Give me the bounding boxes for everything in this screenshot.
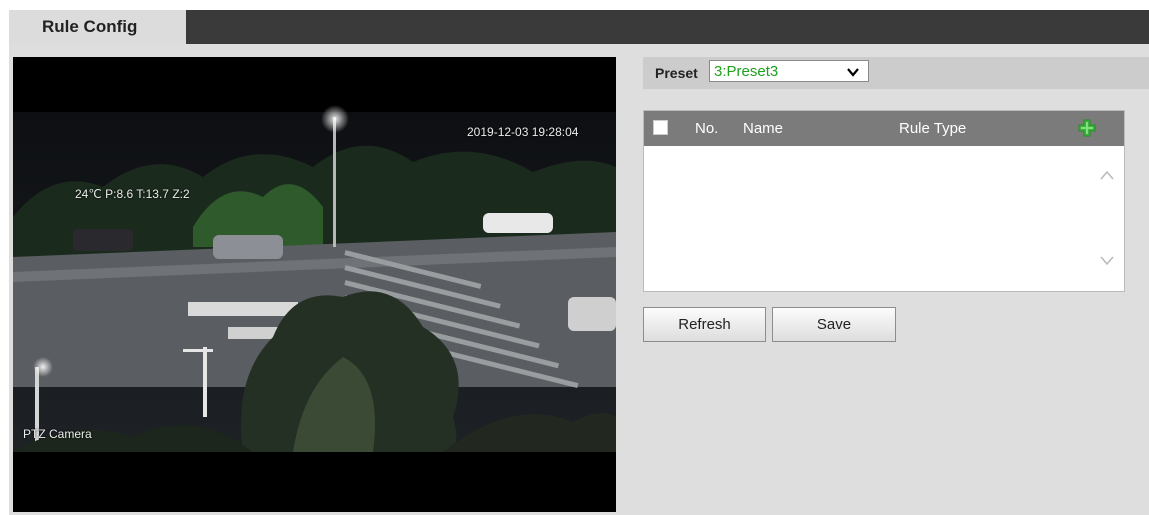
column-no: No.: [695, 120, 719, 137]
preset-select[interactable]: 3:Preset3: [709, 60, 869, 82]
chevron-down-icon: [846, 62, 860, 84]
column-rule-type: Rule Type: [899, 120, 967, 137]
preset-label: Preset: [655, 65, 698, 81]
rule-table: No. Name Rule Type: [643, 110, 1125, 292]
video-preview[interactable]: 2019-12-03 19:28:04 24℃ P:8.6 T:13.7 Z:2…: [13, 57, 616, 512]
add-rule-icon[interactable]: [1078, 119, 1096, 137]
preset-row: Preset 3:Preset3: [643, 57, 1149, 89]
save-button[interactable]: Save: [772, 307, 896, 342]
scroll-down-icon[interactable]: [1100, 253, 1114, 269]
scroll-up-icon[interactable]: [1100, 167, 1114, 183]
refresh-button[interactable]: Refresh: [643, 307, 766, 342]
select-all-checkbox[interactable]: [653, 120, 668, 135]
osd-ptz-info: 24℃ P:8.6 T:13.7 Z:2: [75, 187, 190, 201]
tab-rule-config[interactable]: Rule Config: [9, 10, 186, 44]
osd-timestamp: 2019-12-03 19:28:04: [467, 125, 579, 139]
column-name: Name: [743, 120, 784, 137]
osd-camera-name: PTZ Camera: [23, 427, 92, 441]
rule-table-header: No. Name Rule Type: [644, 111, 1124, 146]
preset-selected-value: 3:Preset3: [714, 63, 779, 80]
